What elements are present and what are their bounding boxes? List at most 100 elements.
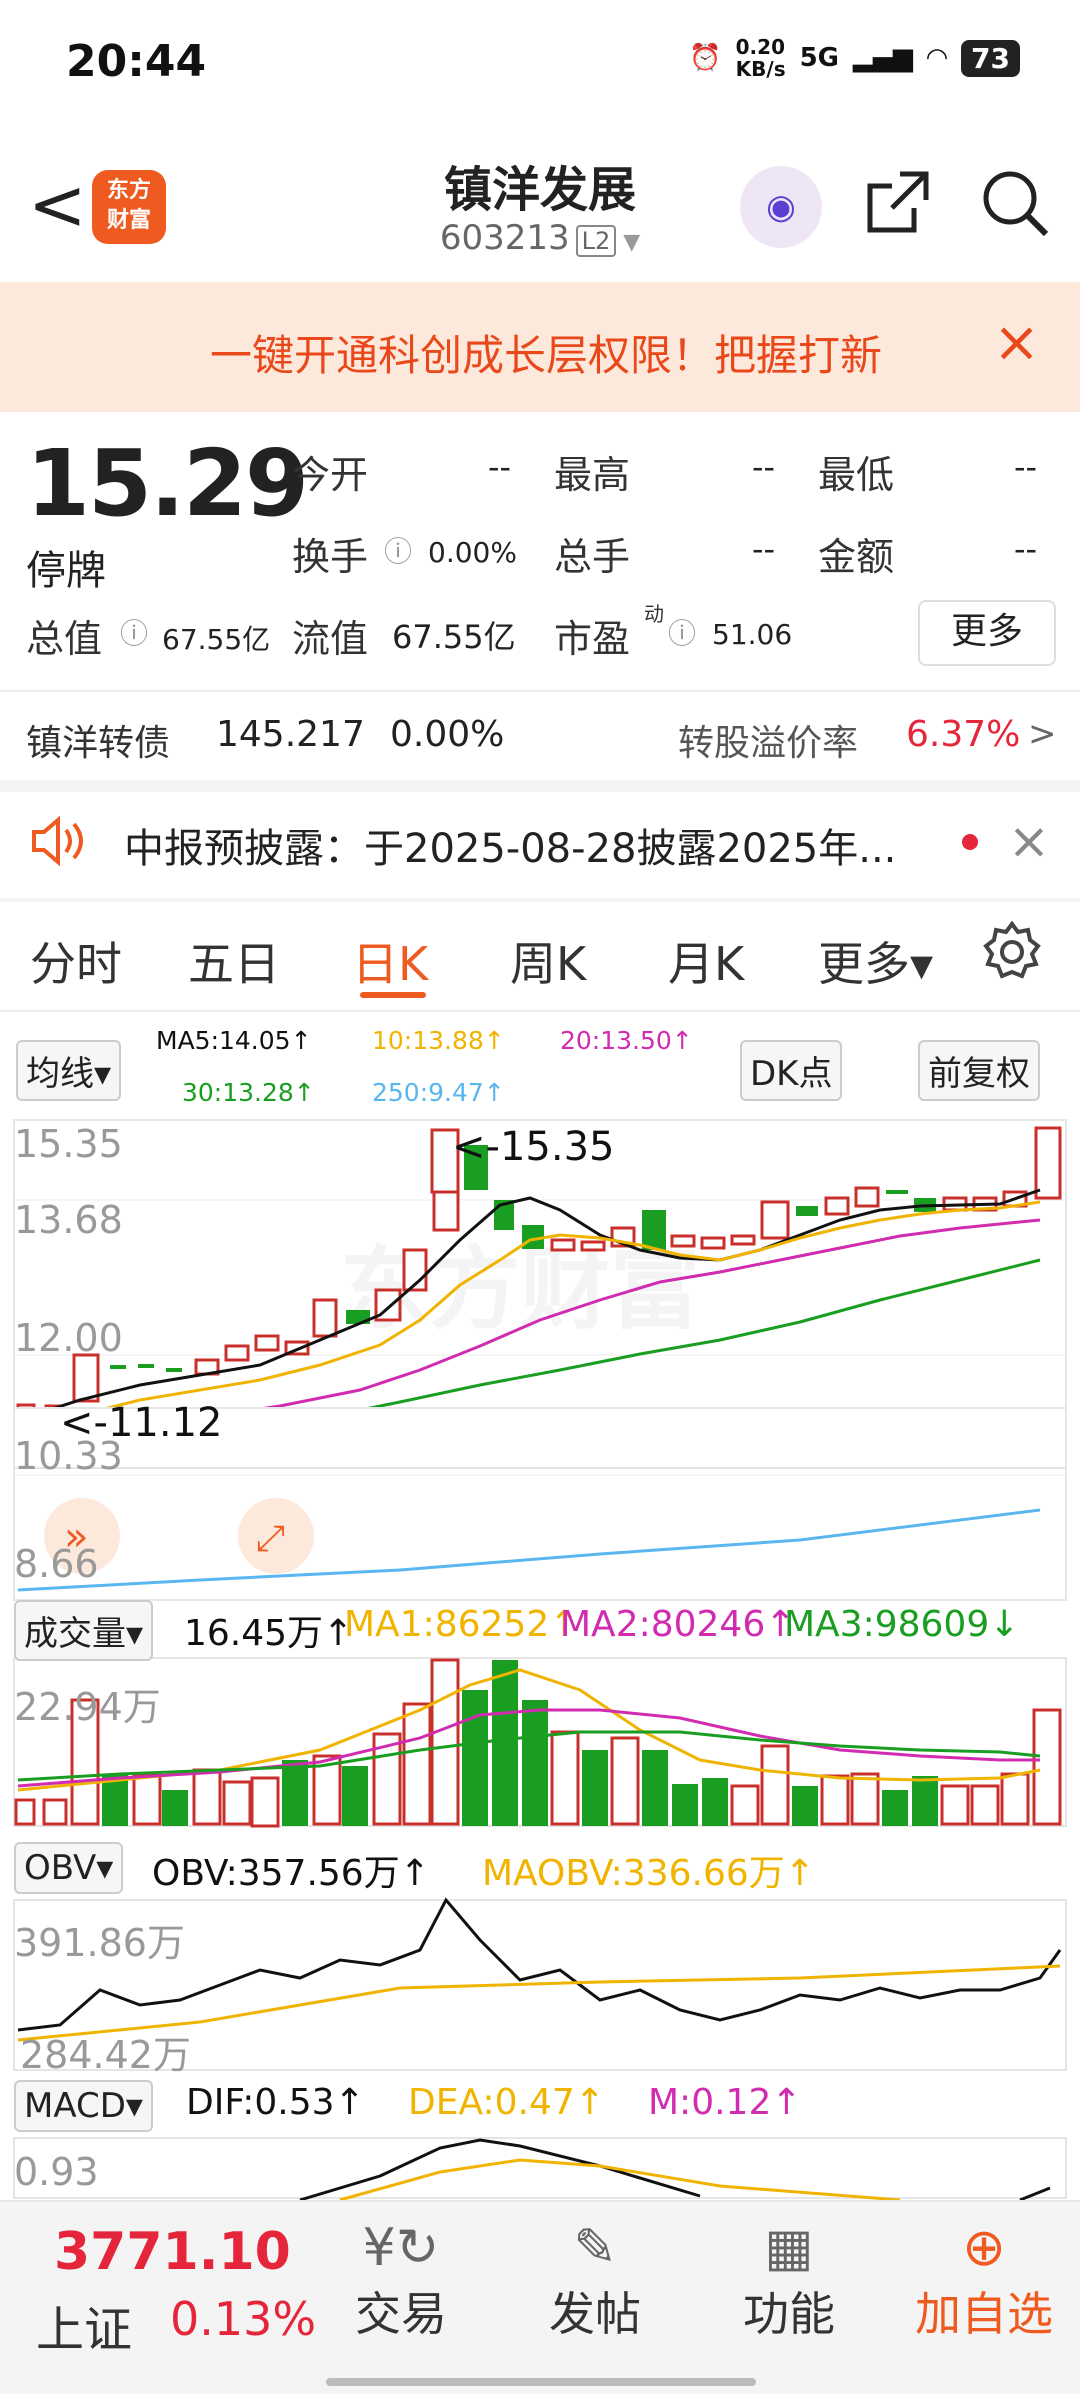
assistant-avatar-icon[interactable]: ◉ bbox=[740, 166, 822, 248]
tab-daily-k[interactable]: 日K bbox=[352, 928, 428, 994]
close-icon[interactable]: × bbox=[1008, 812, 1050, 870]
bond-change: 0.00% bbox=[390, 714, 505, 755]
index-name[interactable]: 上证 bbox=[36, 2290, 132, 2360]
speaker-icon bbox=[28, 815, 88, 870]
nav-trade[interactable]: ¥↻ 交易 bbox=[336, 2200, 466, 2344]
macd-m: M:0.12↑ bbox=[648, 2082, 802, 2123]
float-label: 流值 bbox=[292, 617, 369, 661]
amount-label: 金额 bbox=[818, 535, 895, 579]
trading-status: 停牌 bbox=[26, 548, 106, 594]
net-speed: 0.20 KB/s bbox=[735, 35, 786, 81]
nav-trade-label: 交易 bbox=[355, 2287, 447, 2341]
stock-header: < 东方 财富 镇洋发展 603213 L2 ▼ ◉ bbox=[0, 140, 1080, 280]
grid-icon: ▦ bbox=[764, 2218, 814, 2278]
network-type: 5G bbox=[799, 43, 840, 73]
volume-value: -- bbox=[752, 530, 776, 568]
active-tab-indicator bbox=[360, 992, 426, 998]
volume-y-tick: 22.94万 bbox=[14, 1685, 161, 1729]
info-icon[interactable]: ⓘ bbox=[120, 612, 148, 652]
pe-value: 51.06 bbox=[712, 618, 793, 651]
index-change[interactable]: 0.13% bbox=[170, 2292, 316, 2346]
edit-icon: ✎ bbox=[573, 2218, 617, 2278]
turnover-label: 换手 bbox=[292, 535, 369, 579]
mktcap-value: 67.55亿 bbox=[162, 623, 271, 656]
y-tick-5: 8.66 bbox=[14, 1542, 99, 1586]
stock-code: 603213 bbox=[439, 218, 570, 258]
mktcap-label: 总值 bbox=[26, 617, 103, 661]
info-icon[interactable]: ⓘ bbox=[384, 530, 412, 570]
volume-ma2: MA2:80246↑ bbox=[560, 1604, 796, 1645]
ma250-label: 250:9.47↑ bbox=[372, 1078, 505, 1107]
high-tag: <-15.35 bbox=[452, 1124, 615, 1170]
divider bbox=[0, 1010, 1080, 1012]
index-value[interactable]: 3771.10 bbox=[54, 2222, 291, 2282]
nav-post[interactable]: ✎ 发帖 bbox=[530, 2200, 660, 2344]
high-label: 最高 bbox=[554, 453, 631, 497]
notice-text: 中报预披露：于2025-08-28披露2025年... bbox=[124, 826, 897, 872]
nav-post-label: 发帖 bbox=[549, 2287, 641, 2341]
high-value: -- bbox=[752, 448, 776, 486]
more-button[interactable]: 更多 bbox=[918, 600, 1056, 666]
tab-monthly-k[interactable]: 月K bbox=[668, 928, 744, 994]
status-time: 20:44 bbox=[66, 36, 207, 87]
obv-select[interactable]: OBV▾ bbox=[14, 1842, 124, 1894]
notice-bar[interactable]: 中报预披露：于2025-08-28披露2025年... × bbox=[0, 790, 1080, 900]
macd-y-tick: 0.93 bbox=[14, 2150, 99, 2194]
chevron-down-icon: ▼ bbox=[616, 230, 641, 255]
nav-functions[interactable]: ▦ 功能 bbox=[724, 2200, 854, 2344]
svg-text:⤢: ⤢ bbox=[256, 1518, 285, 1559]
nav-add-label: 加自选 bbox=[915, 2287, 1053, 2341]
nav-functions-label: 功能 bbox=[743, 2287, 835, 2341]
gear-icon[interactable] bbox=[980, 920, 1044, 988]
close-icon[interactable]: × bbox=[993, 310, 1040, 375]
obv-value: OBV:357.56万↑ bbox=[152, 1853, 430, 1894]
chevron-right-icon[interactable]: > bbox=[1028, 714, 1057, 754]
volume-label: 总手 bbox=[554, 535, 631, 579]
status-bar: 20:44 ⏰ 0.20 KB/s 5G ▂▄▆ ◠ 73 bbox=[0, 0, 1080, 130]
home-indicator bbox=[326, 2378, 756, 2386]
tab-intraday[interactable]: 分时 bbox=[30, 928, 122, 994]
tab-five-day[interactable]: 五日 bbox=[188, 928, 280, 994]
alarm-icon: ⏰ bbox=[689, 43, 722, 73]
premium-value: 6.37% bbox=[906, 714, 1021, 755]
tab-more[interactable]: 更多▾ bbox=[818, 928, 933, 994]
open-label: 今开 bbox=[292, 453, 369, 497]
price-adjust-button[interactable]: 前复权 bbox=[918, 1040, 1040, 1101]
signal-icon: ▂▄▆ bbox=[853, 43, 914, 73]
obv-ma: MAOBV:336.66万↑ bbox=[482, 1853, 815, 1894]
search-icon[interactable] bbox=[980, 168, 1049, 237]
obv-y-tick-2: 284.42万 bbox=[20, 2033, 191, 2077]
ma20-label: 20:13.50↑ bbox=[560, 1026, 693, 1055]
dk-point-button[interactable]: DK点 bbox=[740, 1040, 843, 1101]
volume-select[interactable]: 成交量▾ bbox=[14, 1600, 154, 1661]
divider bbox=[0, 690, 1080, 692]
info-icon[interactable]: ⓘ bbox=[668, 612, 696, 652]
status-icons: ⏰ 0.20 KB/s 5G ▂▄▆ ◠ 73 bbox=[689, 36, 1020, 80]
macd-select[interactable]: MACD▾ bbox=[14, 2080, 153, 2132]
low-label: 最低 bbox=[818, 453, 895, 497]
premium-label: 转股溢价率 bbox=[678, 723, 859, 764]
obv-y-tick-1: 391.86万 bbox=[14, 1921, 185, 1965]
pe-label: 市盈 bbox=[554, 617, 631, 661]
trade-icon: ¥↻ bbox=[362, 2218, 440, 2278]
macd-chart bbox=[13, 2137, 1067, 2200]
nav-add-watchlist[interactable]: ⊕ 加自选 bbox=[900, 2200, 1068, 2344]
pe-superscript: 动 bbox=[644, 602, 664, 626]
last-price: 15.29 bbox=[26, 430, 309, 537]
bond-name[interactable]: 镇洋转债 bbox=[26, 714, 170, 766]
unread-dot bbox=[962, 834, 978, 850]
y-tick-2: 13.68 bbox=[14, 1198, 123, 1242]
banner-text: 一键开通科创成长层权限！把握打新 bbox=[210, 331, 883, 380]
y-tick-3: 12.00 bbox=[14, 1316, 123, 1360]
ma5-label: MA5:14.05↑ bbox=[156, 1026, 312, 1055]
macd-dea: DEA:0.47↑ bbox=[408, 2082, 605, 2123]
level-badge: L2 bbox=[575, 225, 617, 257]
tab-weekly-k[interactable]: 周K bbox=[510, 928, 586, 994]
open-value: -- bbox=[488, 448, 512, 486]
divider bbox=[0, 898, 1080, 902]
share-icon[interactable] bbox=[862, 168, 932, 253]
float-value: 67.55亿 bbox=[392, 618, 516, 656]
promo-banner[interactable]: 一键开通科创成长层权限！把握打新 × bbox=[0, 282, 1080, 412]
indicator-select[interactable]: 均线▾ bbox=[16, 1040, 122, 1101]
bond-price: 145.217 bbox=[216, 714, 365, 755]
